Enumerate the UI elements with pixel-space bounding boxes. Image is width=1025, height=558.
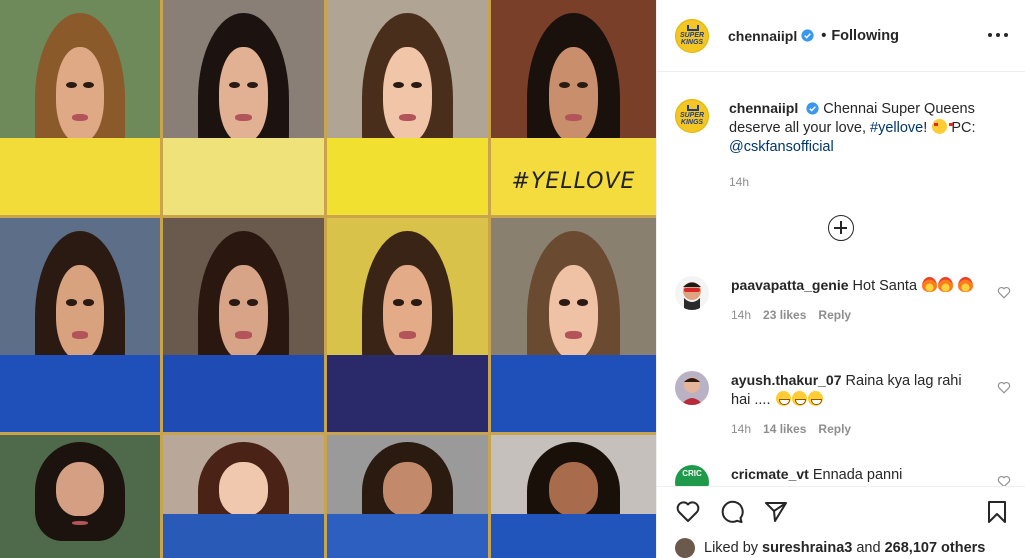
- commenter-avatar[interactable]: [675, 371, 709, 405]
- liked-by-others[interactable]: 268,107 others: [885, 540, 986, 556]
- comment-username[interactable]: cricmate_vt: [731, 466, 809, 482]
- comment-text: Ennada panni: [812, 467, 903, 483]
- comment-username[interactable]: paavapatta_genie: [731, 277, 849, 293]
- save-icon[interactable]: [984, 499, 1010, 525]
- verified-badge-icon: [806, 102, 819, 115]
- post-image[interactable]: #YELLOVE: [0, 0, 656, 558]
- photo-tile: [0, 0, 160, 215]
- comment-icon[interactable]: [719, 499, 745, 525]
- grinning-emoji-icon: [791, 391, 807, 406]
- post-action-bar: [657, 486, 1025, 536]
- liked-by-user[interactable]: sureshraina3: [762, 540, 852, 556]
- comment-item: ayush.thakur_07 Raina kya lag rahi hai .…: [675, 371, 1015, 436]
- crown-icon: [687, 105, 699, 111]
- photo-tile: [163, 0, 324, 215]
- comment-username[interactable]: ayush.thakur_07: [731, 372, 842, 388]
- mention-link[interactable]: @cskfansofficial: [729, 139, 834, 155]
- liked-by-and: and: [856, 540, 881, 556]
- photo-tile: [327, 435, 488, 558]
- fire-emoji-icon: [922, 277, 938, 292]
- post-header: SUPER KINGS chennaiipl • Following: [657, 0, 1025, 72]
- more-options-icon[interactable]: [988, 26, 1008, 44]
- avatar-logo-text: SUPER KINGS: [679, 31, 705, 46]
- commenter-avatar[interactable]: [675, 276, 709, 310]
- following-button[interactable]: Following: [831, 28, 899, 44]
- comment-like-heart-icon[interactable]: [997, 286, 1011, 299]
- shirt-text: #YELLOVE: [511, 168, 636, 194]
- heart-eyes-emoji-icon: [932, 119, 954, 134]
- photo-tile: #YELLOVE: [491, 0, 656, 215]
- account-avatar[interactable]: SUPER KINGS: [675, 99, 709, 133]
- account-avatar[interactable]: SUPER KINGS: [675, 18, 709, 53]
- header-separator: •: [821, 27, 827, 44]
- fire-emoji-icon: [938, 277, 954, 292]
- commenter-avatar[interactable]: CRIC: [675, 465, 709, 486]
- comment-likes[interactable]: 23 likes: [763, 308, 806, 322]
- reply-button[interactable]: Reply: [818, 308, 851, 322]
- heart-icon[interactable]: [675, 499, 701, 525]
- comment-timestamp[interactable]: 14h: [731, 422, 751, 436]
- comment-like-heart-icon[interactable]: [997, 381, 1011, 394]
- liker-avatar[interactable]: [675, 538, 695, 558]
- comment-like-heart-icon[interactable]: [997, 475, 1011, 486]
- liked-by-line: Liked by sureshraina3 and 268,107 others: [675, 538, 985, 558]
- photo-tile: [327, 218, 488, 432]
- caption-username[interactable]: chennaiipl: [729, 100, 798, 116]
- comment-likes[interactable]: 14 likes: [763, 422, 806, 436]
- photo-tile: [163, 218, 324, 432]
- caption-text: !: [923, 120, 932, 136]
- verified-badge-icon: [801, 29, 814, 42]
- post-caption: SUPER KINGS chennaiipl Chennai Super Que…: [675, 99, 1015, 157]
- photo-tile: [0, 218, 160, 432]
- photo-tile: [327, 0, 488, 215]
- account-username[interactable]: chennaiipl: [728, 28, 797, 44]
- comment-timestamp[interactable]: 14h: [731, 308, 751, 322]
- avatar-logo-text: SUPER KINGS: [679, 112, 705, 126]
- photo-tile: [0, 435, 160, 558]
- comment-item: paavapatta_genie Hot Santa 14h 23 likes …: [675, 276, 1015, 322]
- reply-button[interactable]: Reply: [818, 422, 851, 436]
- caption-timestamp[interactable]: 14h: [729, 175, 749, 189]
- photo-tile: [491, 435, 656, 558]
- photo-tile: [163, 435, 324, 558]
- crown-icon: [687, 24, 699, 31]
- grinning-emoji-icon: [775, 391, 791, 406]
- fire-emoji-icon: [958, 277, 974, 292]
- post-side-panel: SUPER KINGS chennaiipl • Following SUPER…: [656, 0, 1025, 558]
- avatar-logo-text: CRIC: [682, 469, 702, 478]
- photo-tile: [491, 218, 656, 432]
- liked-by-prefix: Liked by: [704, 540, 759, 556]
- comment-item: CRIC cricmate_vt Ennada panni: [675, 465, 1015, 486]
- hashtag-link[interactable]: #yellove: [870, 120, 923, 136]
- load-more-icon[interactable]: [828, 215, 854, 241]
- comment-text: Hot Santa: [852, 278, 918, 294]
- grinning-emoji-icon: [807, 391, 823, 406]
- share-icon[interactable]: [763, 499, 789, 525]
